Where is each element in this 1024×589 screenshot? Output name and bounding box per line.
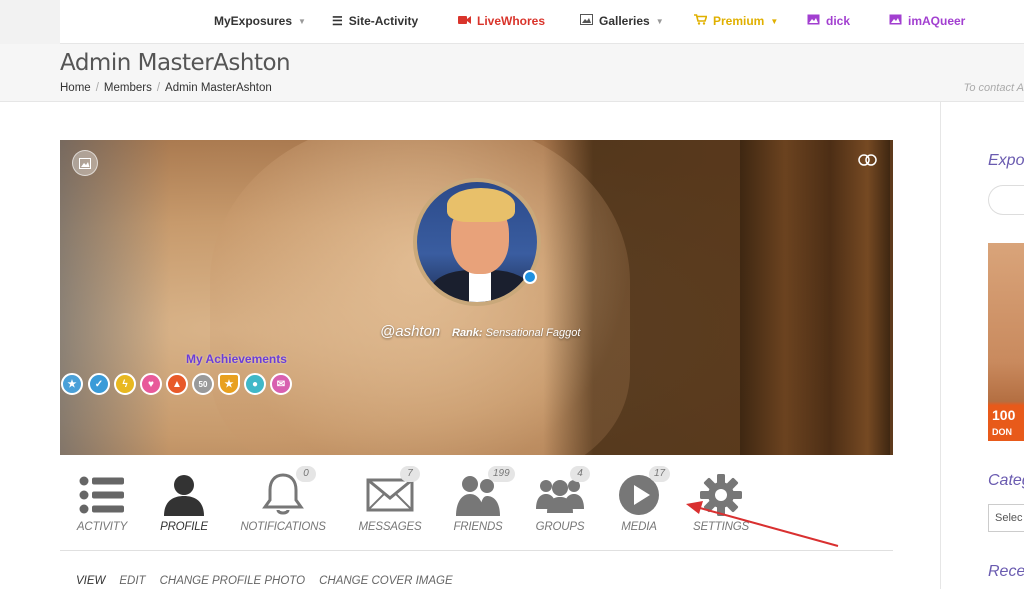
thumbs-up-badge-icon[interactable]: ✓ [88,373,110,395]
ad-subtext: DON [992,427,1012,437]
top-navigation: MyExposures ▼ ☰ Site-Activity LiveWhores… [0,0,1024,44]
nav-livewhores-label: LiveWhores [477,14,546,28]
lightning-badge-icon[interactable]: ϟ [114,373,136,395]
chevron-down-icon: ▼ [298,16,306,26]
toggle-icon[interactable] [858,153,878,171]
page-header: Admin MasterAshton Home / Members / Admin Ma… [0,44,1024,102]
tab-activity-label: ACTIVITY [76,521,128,533]
page-title: Admin MasterAshton [60,50,291,76]
list-icon: ☰ [332,14,343,28]
messages-count: 7 [400,466,420,482]
sidebar-search-input[interactable] [988,185,1024,215]
subnav-change-cover-image[interactable]: CHANGE COVER IMAGE [319,575,453,587]
tab-settings-label: SETTINGS [693,521,749,533]
rank-value: Sensational Faggot [485,327,581,339]
fifty-badge-icon[interactable]: 50 [192,373,214,395]
tab-messages-label: MESSAGES [358,521,422,533]
video-camera-icon [458,14,471,28]
profile-rank: Rank: Sensational Faggot [452,327,580,339]
nav-galleries[interactable]: Galleries ▼ [580,14,664,28]
list-icon [57,471,147,519]
image-icon [889,14,902,28]
play-icon [594,471,684,519]
sidebar-heading-exposures: Expos [988,152,1024,169]
subnav-edit[interactable]: EDIT [119,575,145,587]
avatar-hair [447,188,515,222]
ad-text: 100 [992,407,1016,423]
gear-icon [676,471,766,519]
chevron-down-icon: ▼ [655,16,664,26]
tab-media-label: MEDIA [621,521,657,533]
breadcrumb-home[interactable]: Home [60,82,91,94]
cover-door [740,140,890,455]
online-status-indicator [523,270,537,284]
nav-livewhores[interactable]: LiveWhores [458,14,545,28]
nav-premium-label: Premium [713,14,765,28]
logo-area[interactable] [0,0,60,44]
nav-imaqueer-label: imAQueer [908,14,966,28]
tab-activity[interactable]: ACTIVITY [57,465,147,545]
nav-dick-label: dick [826,14,851,28]
rocket-badge-icon[interactable]: ▲ [166,373,188,395]
nav-myexposures[interactable]: MyExposures ▼ [214,14,306,28]
profile-handle: @ashton [380,323,441,340]
sidebar-ad-banner[interactable]: 100 DON [988,243,1024,441]
heart-badge-icon[interactable]: ♥ [140,373,162,395]
tab-friends[interactable]: 199 FRIENDS [433,465,523,545]
tab-messages[interactable]: 7 MESSAGES [345,465,435,545]
subnav-view[interactable]: VIEW [76,575,105,587]
notifications-count: 0 [296,466,316,482]
subnav-change-profile-photo[interactable]: CHANGE PROFILE PHOTO [160,575,305,587]
tab-groups[interactable]: 4 GROUPS [515,465,605,545]
tab-notifications-label: NOTIFICATIONS [240,521,326,533]
profile-tabs: ACTIVITY PROFILE 0 NOTIFICATIONS 7 MESSA… [60,465,893,551]
avatar[interactable] [413,178,541,306]
breadcrumb-separator: / [95,82,99,94]
breadcrumb-members[interactable]: Members [104,82,152,94]
cover-body [210,140,630,455]
breadcrumb: Home / Members / Admin MasterAshton [60,82,272,94]
monster-badge-icon[interactable]: ● [244,373,266,395]
tab-profile[interactable]: PROFILE [139,465,229,545]
tab-media[interactable]: 17 MEDIA [594,465,684,545]
friends-count: 199 [488,466,515,482]
chat-badge-icon[interactable]: ✉ [270,373,292,395]
sidebar-heading-recent: Recer [988,563,1024,580]
image-icon [807,14,820,28]
chevron-down-icon: ▼ [770,16,779,26]
change-cover-image-icon[interactable] [72,150,98,176]
nav-myexposures-label: MyExposures [214,14,293,28]
sidebar-divider [940,102,941,589]
tab-notifications[interactable]: 0 NOTIFICATIONS [238,465,328,545]
shopping-cart-icon [694,14,708,28]
achievements-title[interactable]: My Achievements [186,352,287,366]
breadcrumb-separator: / [156,82,161,94]
user-icon [139,471,229,519]
nav-imaqueer[interactable]: imAQueer [889,14,965,28]
nav-site-activity-label: Site-Activity [348,14,419,28]
breadcrumb-current: Admin MasterAshton [165,82,272,94]
envelope-icon [345,471,435,519]
groups-icon [515,471,605,519]
nav-site-activity[interactable]: ☰ Site-Activity [332,14,418,28]
tab-profile-label: PROFILE [160,521,208,533]
tab-friends-label: FRIENDS [453,521,503,533]
tab-groups-label: GROUPS [535,521,585,533]
profile-subnav: VIEW EDIT CHANGE PROFILE PHOTO CHANGE CO… [76,575,453,587]
sidebar-category-select[interactable]: Selec [988,504,1024,532]
rank-label: Rank: [452,327,483,339]
image-icon [580,14,593,28]
cover-shade [60,140,170,455]
groups-count: 4 [570,466,590,482]
tab-settings[interactable]: SETTINGS [676,465,766,545]
nav-galleries-label: Galleries [599,14,650,28]
sidebar-heading-categories: Categ [988,472,1024,489]
nav-premium[interactable]: Premium ▼ [694,14,778,28]
contact-text: To contact A [963,82,1024,94]
star-badge-icon[interactable]: ★ [61,373,83,395]
nav-dick[interactable]: dick [807,14,850,28]
media-count: 17 [649,466,671,482]
shield-badge-icon[interactable]: ★ [218,373,240,395]
